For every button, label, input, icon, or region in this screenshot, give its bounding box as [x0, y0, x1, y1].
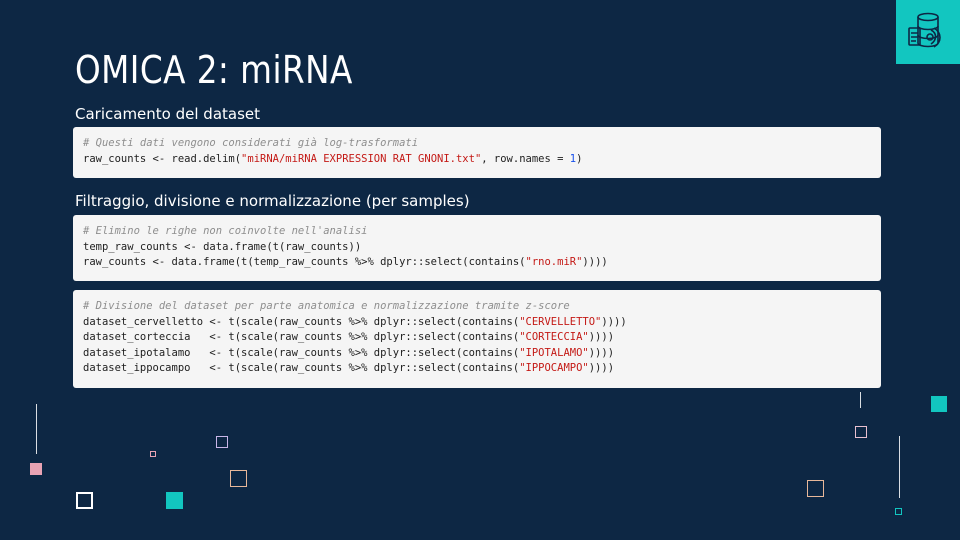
code-string: "rno.miR": [525, 256, 583, 268]
code-text: )))): [588, 331, 615, 343]
logo-badge: [896, 0, 960, 64]
code-string: "miRNA/miRNA EXPRESSION RAT GNONI.txt": [241, 152, 482, 165]
code-comment: # Divisione del dataset per parte anatom…: [83, 300, 570, 312]
code-text: dataset_ippocampo <- t(scale(raw_counts …: [83, 362, 520, 374]
decorative-line: [36, 404, 37, 454]
section-label-filtering: Filtraggio, divisione e normalizzazione …: [75, 192, 470, 210]
decorative-square: [166, 492, 183, 509]
decorative-square: [76, 492, 93, 509]
omics-database-icon: [908, 12, 941, 48]
code-text: raw_counts <- read.delim(: [83, 152, 242, 165]
code-line: dataset_corteccia <- t(scale(raw_counts …: [83, 330, 871, 346]
code-string: "IPPOCAMPO": [519, 362, 589, 374]
code-line: temp_raw_counts <- data.frame(t(raw_coun…: [83, 240, 362, 253]
decorative-line: [860, 392, 861, 408]
decorative-square: [931, 396, 947, 412]
code-text: , row.names =: [481, 152, 570, 165]
code-block-filtering: # Elimino le righe non coinvolte nell'an…: [73, 215, 881, 281]
code-line: dataset_ipotalamo <- t(scale(raw_counts …: [83, 346, 871, 362]
decorative-square: [30, 463, 42, 475]
code-comment: # Elimino le righe non coinvolte nell'an…: [83, 225, 368, 237]
code-string: "CORTECCIA": [519, 331, 589, 343]
code-line: raw_counts <- read.delim("miRNA/miRNA EX…: [83, 152, 871, 168]
code-block-dataset-loading: # Questi dati vengono considerati già lo…: [73, 127, 881, 178]
code-text: dataset_cervelletto <- t(scale(raw_count…: [83, 315, 520, 328]
code-line: dataset_ippocampo <- t(scale(raw_counts …: [83, 361, 871, 377]
code-string: "CERVELLETTO": [519, 315, 602, 328]
slide-title: OMICA 2: miRNA: [75, 48, 353, 92]
code-comment: # Questi dati vengono considerati già lo…: [83, 137, 419, 149]
decorative-line: [899, 436, 900, 498]
code-text: dataset_ipotalamo <- t(scale(raw_counts …: [83, 346, 520, 359]
code-line: raw_counts <- data.frame(t(temp_raw_coun…: [83, 255, 871, 271]
code-text: )))): [582, 256, 608, 268]
section-label-dataset-loading: Caricamento del dataset: [75, 105, 261, 123]
decorative-square: [807, 480, 824, 497]
code-string: "IPOTALAMO": [519, 346, 589, 359]
decorative-square: [150, 451, 156, 457]
decorative-square: [216, 436, 228, 448]
code-line: dataset_cervelletto <- t(scale(raw_count…: [83, 315, 871, 331]
decorative-square: [895, 508, 902, 515]
code-text: )))): [588, 346, 615, 359]
code-text: )))): [601, 315, 627, 328]
decorative-square: [855, 426, 867, 438]
decorative-square: [230, 470, 247, 487]
code-block-normalization: # Divisione del dataset per parte anatom…: [73, 290, 881, 388]
code-text: )))): [588, 362, 615, 374]
code-text: ): [576, 152, 583, 165]
code-text: raw_counts <- data.frame(t(temp_raw_coun…: [83, 256, 526, 268]
code-text: dataset_corteccia <- t(scale(raw_counts …: [83, 331, 520, 343]
